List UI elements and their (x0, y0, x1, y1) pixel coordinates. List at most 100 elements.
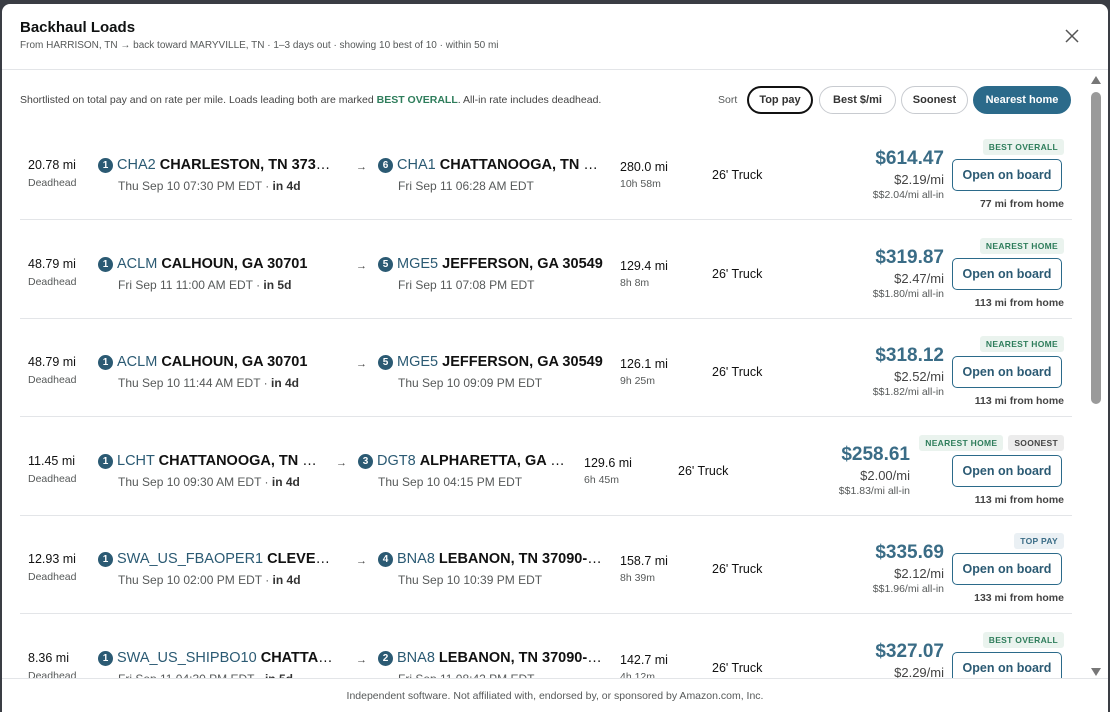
origin-stop: 1 ACLM CALHOUN, GA 30701 (98, 256, 338, 272)
all-in-rate: $$2.04/mi all-in (872, 189, 944, 201)
open-on-board-button[interactable]: Open on board (952, 553, 1062, 585)
sort-best-rate-button[interactable]: Best $/mi (819, 86, 896, 114)
rate-per-mile: $2.47/mi (894, 270, 944, 286)
origin-relative: in 5d (263, 277, 292, 292)
origin-city: CHATTAN... (260, 649, 338, 666)
deadhead-label: Deadhead (28, 669, 77, 679)
trip-miles: 126.1 mi (620, 357, 668, 371)
dest-city: LEBANON, TN 37090-1670 (438, 551, 604, 567)
open-on-board-button[interactable]: Open on board (952, 257, 1062, 290)
open-on-board-button[interactable]: Open on board (952, 159, 1062, 191)
badge-group: BEST OVERALL (982, 631, 1064, 648)
load-row: 12.93 mi Deadhead 1 SWA_US_FBAOPER1 CLEVE… (20, 516, 1072, 614)
deadhead-value: 8.36 mi (28, 650, 69, 665)
badge-label: NEAREST HOME (979, 336, 1064, 352)
badge-label: BEST OVERALL (982, 631, 1064, 648)
origin-city: CHATTANOOGA, TN 3... (158, 452, 318, 469)
origin-city: CALHOUN, GA 30701 (161, 354, 308, 370)
dest-time: Thu Sep 10 10:39 PM EDT (398, 573, 543, 587)
trip-duration: 9h 25m (620, 375, 656, 387)
dest-stop: 5 MGE5 JEFFERSON, GA 30549 (378, 256, 604, 272)
equipment-type: 26' Truck (712, 168, 763, 182)
sort-label: Sort (718, 94, 738, 106)
deadhead-label: Deadhead (28, 571, 77, 583)
deadhead-label: Deadhead (28, 275, 77, 288)
stop-number-badge: 5 (378, 355, 393, 370)
open-on-board-button[interactable]: Open on board (952, 651, 1062, 678)
scroll-up-icon[interactable] (1091, 76, 1101, 84)
stop-number-badge: 6 (378, 158, 393, 173)
badge-label: BEST OVERALL (982, 139, 1064, 155)
scroll-thumb[interactable] (1091, 92, 1101, 404)
scrollbar[interactable] (1090, 76, 1102, 676)
origin-city: CALHOUN, GA 30701 (161, 255, 308, 272)
scroll-down-icon[interactable] (1091, 668, 1101, 676)
origin-code: CHA2 (117, 157, 156, 173)
origin-relative: in 4d (271, 474, 300, 489)
dest-code: DGT8 (377, 452, 416, 469)
badge-label: NEAREST HOME (979, 237, 1064, 254)
dest-city: JEFFERSON, GA 30549 (442, 255, 603, 272)
arrow-right-icon: → (336, 456, 347, 469)
equipment-type: 26' Truck (712, 562, 763, 576)
stop-number-badge: 5 (378, 256, 393, 272)
open-on-board-button[interactable]: Open on board (952, 356, 1062, 388)
trip-miles: 280.0 mi (620, 160, 668, 174)
filter-text-after: . All-in rate includes deadhead. (457, 94, 602, 106)
dest-city: LEBANON, TN 37090-1670 (438, 649, 604, 666)
origin-relative: in 4d (272, 573, 301, 587)
origin-date: Thu Sep 10 09:30 AM EDT (118, 474, 262, 489)
equipment-type: 26' Truck (712, 365, 763, 379)
dest-city: ALPHARETTA, GA 300... (419, 452, 568, 469)
dest-time: Thu Sep 10 04:15 PM EDT (378, 474, 523, 489)
arrow-right-icon: → (356, 259, 367, 272)
origin-time: Thu Sep 10 02:00 PM EDT · in 4d (118, 573, 301, 587)
badge-group: NEAREST HOME SOONEST (919, 434, 1064, 451)
deadhead-value: 48.79 mi (28, 355, 76, 369)
rate-per-mile: $2.29/mi (894, 664, 944, 679)
origin-time: Thu Sep 10 11:44 AM EDT · in 4d (118, 376, 299, 390)
equipment-type: 26' Truck (712, 266, 763, 281)
origin-date: Thu Sep 10 11:44 AM EDT (118, 376, 261, 390)
sort-nearest-home-button[interactable]: Nearest home (973, 86, 1071, 114)
badge-group: TOP PAY (1014, 533, 1064, 549)
equipment-type: 26' Truck (712, 660, 763, 675)
trip-miles: 129.6 mi (584, 455, 632, 470)
total-pay: $335.69 (875, 542, 944, 563)
rate-per-mile: $2.00/mi (860, 467, 910, 483)
stop-number-badge: 1 (98, 552, 113, 567)
dest-time: Thu Sep 10 09:09 PM EDT (398, 376, 543, 390)
dest-code: MGE5 (397, 255, 439, 272)
arrow-right-icon: → (356, 358, 367, 370)
trip-duration: 4h 12m (620, 670, 656, 679)
sort-soonest-button[interactable]: Soonest (901, 86, 968, 114)
open-on-board-button[interactable]: Open on board (952, 454, 1062, 487)
filter-text-before: Shortlisted on total pay and on rate per… (20, 94, 377, 106)
badge-group: NEAREST HOME (979, 336, 1064, 352)
distance-from-home: 113 mi from home (974, 395, 1064, 407)
origin-stop: 1 ACLM CALHOUN, GA 30701 (98, 354, 338, 370)
dest-stop: 2 BNA8 LEBANON, TN 37090-1670 (378, 650, 604, 666)
all-in-rate: $$1.83/mi all-in (838, 484, 910, 497)
dest-code: BNA8 (397, 649, 435, 666)
disclaimer-footer: Independent software. Not affiliated wit… (2, 678, 1108, 712)
origin-code: LCHT (117, 452, 155, 469)
origin-city: CHARLESTON, TN 37310-... (159, 157, 338, 173)
rate-per-mile: $2.12/mi (894, 566, 944, 581)
backhaul-modal: Backhaul Loads From HARRISON, TN → back … (2, 4, 1108, 712)
sort-top-pay-button[interactable]: Top pay (747, 86, 813, 114)
load-row: 20.78 mi Deadhead 1 CHA2 CHARLESTON, TN 3… (20, 122, 1072, 220)
stop-number-badge: 4 (378, 552, 393, 567)
close-icon[interactable] (1062, 26, 1082, 46)
all-in-rate: $$1.80/mi all-in (872, 287, 944, 300)
deadhead-value: 20.78 mi (28, 158, 76, 172)
origin-stop: 1 SWA_US_FBAOPER1 CLEVELAN... (98, 551, 338, 567)
origin-relative: in 4d (272, 179, 301, 193)
origin-stop: 1 SWA_US_SHIPBO10 CHATTAN... (98, 650, 338, 666)
dest-time: Fri Sep 11 07:08 PM EDT (398, 277, 535, 292)
origin-code: SWA_US_SHIPBO10 (117, 649, 257, 666)
modal-title: Backhaul Loads (20, 19, 136, 36)
total-pay: $319.87 (875, 246, 944, 268)
best-overall-label: BEST OVERALL (376, 94, 458, 106)
badge-label: NEAREST HOME (919, 434, 1004, 451)
